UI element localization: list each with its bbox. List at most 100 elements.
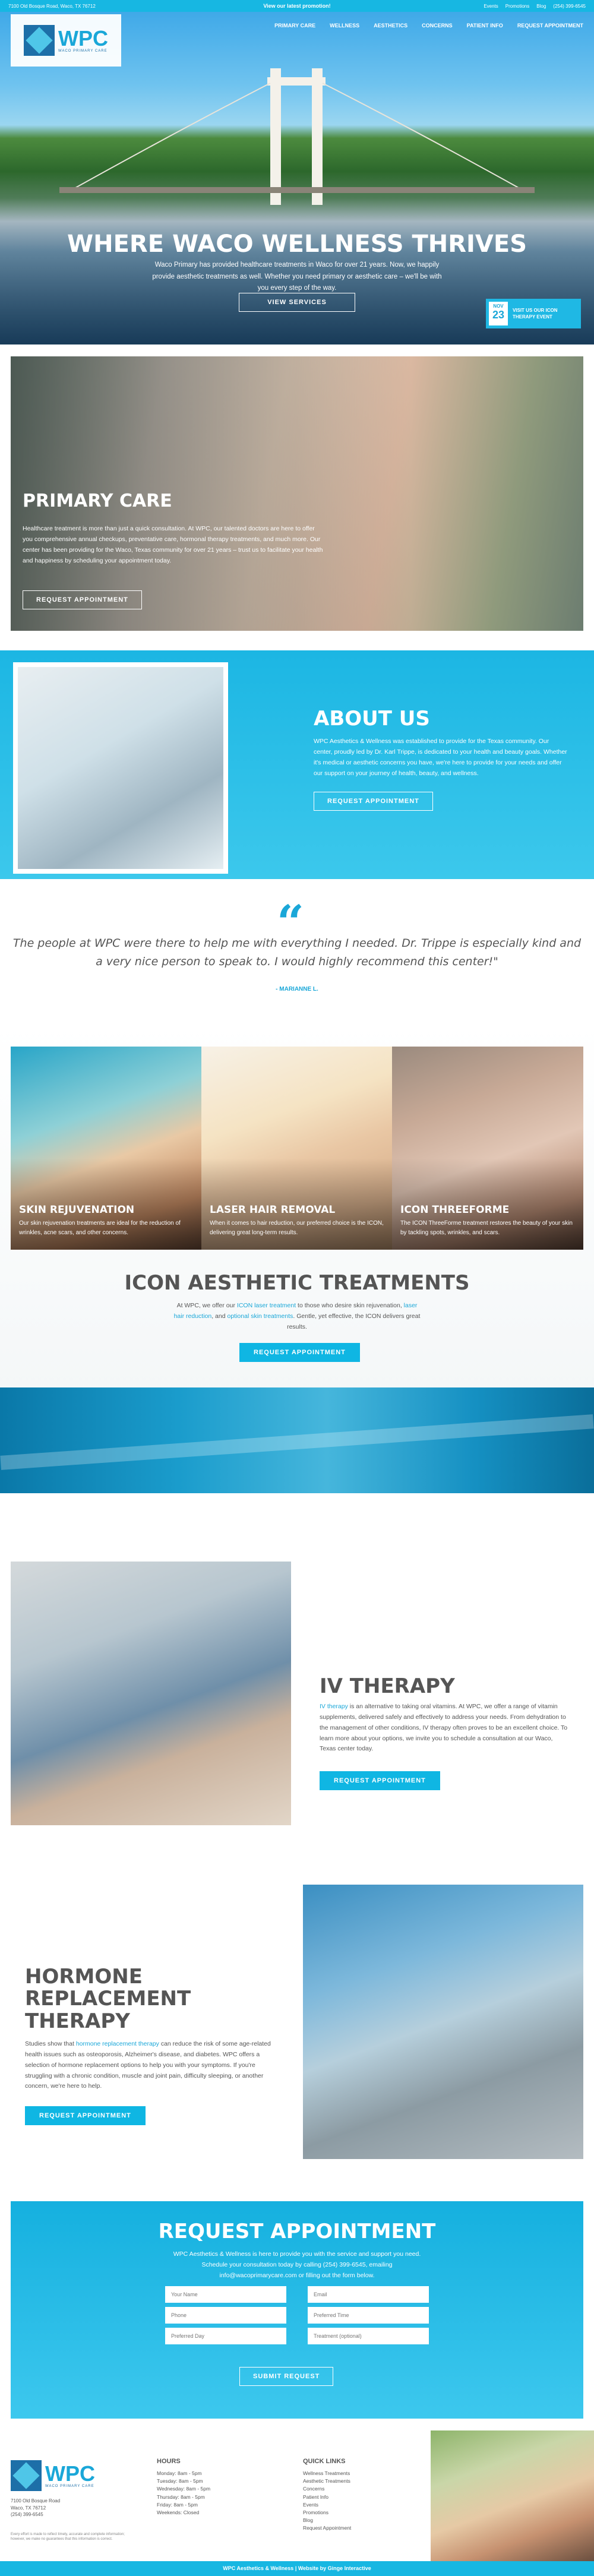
main-nav: PRIMARY CARE WELLNESS AESTHETICS CONCERN…	[274, 23, 583, 29]
highway-shape	[0, 1414, 594, 1470]
about-text: WPC Aesthetics & Wellness was establishe…	[314, 738, 567, 777]
event-text: Visit Us Our ICON THERAPY EVENT	[512, 307, 558, 320]
skin-rejuvenation-card[interactable]: SKIN REJUVENATION Our skin rejuvenation …	[11, 1047, 202, 1250]
top-links: Events Promotions Blog (254) 399-6545	[484, 4, 586, 9]
calendar-icon: NOV 23	[489, 302, 508, 325]
footer-logo-text: WPC	[45, 2461, 95, 2486]
skin-treatments-link[interactable]: optional skin treatments	[228, 1313, 293, 1320]
iv-therapy-text: IV therapy is an alternative to taking o…	[320, 1702, 569, 1755]
hrt-title-line-2: REPLACEMENT	[25, 1987, 191, 2011]
request-text: WPC Aesthetics & Wellness is here to pro…	[173, 2251, 421, 2279]
hrt-title-line-1: HORMONE	[25, 1965, 143, 1989]
aes-text-a: At WPC, we offer our	[176, 1302, 235, 1309]
event-day: 23	[492, 309, 504, 321]
aes-text-b: to those who desire skin rejuvenation,	[298, 1302, 402, 1309]
aes-text-c: , and	[211, 1312, 226, 1320]
nav-primary-care[interactable]: PRIMARY CARE	[274, 23, 315, 29]
card-title: LASER HAIR REMOVAL	[210, 1204, 336, 1216]
aesthetics-request-button[interactable]: REQUEST APPOINTMENT	[239, 1343, 360, 1362]
iv-therapy-title: IV THERAPY	[320, 1674, 455, 1698]
older-man-photo	[303, 1885, 583, 2159]
preferred-time-field[interactable]	[308, 2307, 429, 2324]
hrt-text-b: can reduce the risk of some age-related …	[25, 2040, 271, 2090]
hrt-request-button[interactable]: REQUEST APPOINTMENT	[25, 2106, 146, 2125]
card-text: The ICON ThreeForme treatment restores t…	[400, 1220, 573, 1236]
testimonial-quote: The people at WPC were there to help me …	[12, 937, 582, 969]
footer-logo-subtitle: WACO PRIMARY CARE	[45, 2485, 94, 2488]
hrt-title: HORMONE REPLACEMENT THERAPY	[25, 1965, 191, 2033]
top-link-blog[interactable]: Blog	[536, 4, 546, 9]
hours-title: HOURS	[157, 2458, 181, 2465]
footer-couple-photo	[431, 2430, 594, 2561]
nav-patient-info[interactable]: PATIENT INFO	[467, 23, 503, 29]
card-title: SKIN REJUVENATION	[19, 1204, 135, 1216]
primary-care-text: Healthcare treatment is more than just a…	[23, 525, 323, 564]
logo-mark-icon	[24, 25, 55, 56]
quick-link[interactable]: Blog	[303, 2517, 351, 2524]
about-title: ABOUT US	[314, 707, 430, 731]
card-title: ICON THREEFORME	[400, 1204, 510, 1216]
email-field[interactable]	[308, 2286, 429, 2303]
treatment-field[interactable]	[308, 2328, 429, 2344]
nav-aesthetics[interactable]: AESTHETICS	[374, 23, 407, 29]
hero-title: WHERE WACO WELLNESS THRIVES	[67, 230, 527, 258]
name-field[interactable]	[165, 2286, 286, 2303]
footer-address: 7100 Old Bosque Road Waco, TX 76712 (254…	[11, 2498, 61, 2518]
stethoscope-photo	[13, 662, 228, 874]
event-banner[interactable]: NOV 23 Visit Us Our ICON THERAPY EVENT	[486, 299, 581, 328]
nav-wellness[interactable]: WELLNESS	[330, 23, 359, 29]
laser-hair-removal-card[interactable]: LASER HAIR REMOVAL When it comes to hair…	[201, 1047, 393, 1250]
logo-text: WPC	[58, 26, 108, 50]
aesthetics-title: ICON AESTHETIC TREATMENTS	[124, 1271, 470, 1295]
preferred-day-field[interactable]	[165, 2328, 286, 2344]
testimonial-author: - MARIANNE L.	[276, 986, 318, 993]
copyright-bar: WPC Aesthetics & Wellness | Website by G…	[0, 2561, 594, 2576]
top-bar: 7100 Old Bosque Road, Waco, TX 76712 Vie…	[0, 0, 594, 12]
hrt-title-line-3: THERAPY	[25, 2009, 130, 2033]
quick-link[interactable]: Patient Info	[303, 2493, 351, 2501]
phone-field[interactable]	[165, 2307, 286, 2324]
aesthetics-text: At WPC, we offer our ICON laser treatmen…	[172, 1301, 422, 1333]
quick-link[interactable]: Request Appointment	[303, 2524, 351, 2532]
view-services-button[interactable]: VIEW SERVICES	[239, 293, 355, 312]
aes-text-d: . Gentle, yet effective, the ICON delive…	[287, 1312, 421, 1330]
submit-request-button[interactable]: SUBMIT REQUEST	[239, 2367, 334, 2386]
hrt-text-a: Studies show that	[25, 2040, 74, 2047]
iv-request-button[interactable]: REQUEST APPOINTMENT	[320, 1771, 440, 1790]
icon-threeforme-card[interactable]: ICON THREEFORME The ICON ThreeForme trea…	[392, 1047, 583, 1250]
primary-care-request-button[interactable]: REQUEST APPOINTMENT	[23, 590, 142, 609]
logo[interactable]: WPC WACO PRIMARY CARE	[11, 14, 121, 67]
quick-links-list: Wellness Treatments Aesthetic Treatments…	[303, 2470, 351, 2532]
hrt-link[interactable]: hormone replacement therapy	[76, 2040, 159, 2047]
footer-logo[interactable]: WPC WACO PRIMARY CARE	[11, 2459, 97, 2492]
hero-text: Waco Primary has provided healthcare tre…	[152, 261, 442, 292]
top-link-events[interactable]: Events	[484, 4, 498, 9]
logo-subtitle: WACO PRIMARY CARE	[58, 49, 108, 53]
icon-laser-link[interactable]: ICON laser treatment	[237, 1302, 296, 1309]
primary-care-title: PRIMARY CARE	[23, 491, 172, 511]
quick-link[interactable]: Events	[303, 2501, 351, 2509]
about-request-button[interactable]: REQUEST APPOINTMENT	[314, 792, 433, 811]
iv-text-body: is an alternative to taking oral vitamin…	[320, 1703, 568, 1753]
event-month: NOV	[493, 304, 504, 309]
footer-note: Every effort is made to reflect timely, …	[11, 2533, 125, 2542]
nav-request-appointment[interactable]: REQUEST APPOINTMENT	[517, 23, 583, 29]
top-link-phone[interactable]: (254) 399-6545	[553, 4, 586, 9]
hours-item: Weekends: Closed	[157, 2509, 200, 2515]
hours-item: Friday: 8am - 5pm	[157, 2501, 198, 2508]
hours-item: Thursday: 8am - 5pm	[157, 2493, 205, 2500]
top-link-promotions[interactable]: Promotions	[505, 4, 529, 9]
hours-item: Wednesday: 8am - 5pm	[157, 2486, 211, 2492]
quick-link[interactable]: Aesthetic Treatments	[303, 2477, 351, 2485]
card-text: Our skin rejuvenation treatments are ide…	[19, 1220, 181, 1236]
quick-link[interactable]: Concerns	[303, 2485, 351, 2493]
hrt-text: Studies show that hormone replacement th…	[25, 2039, 274, 2092]
nav-concerns[interactable]: CONCERNS	[422, 23, 453, 29]
quick-link[interactable]: Wellness Treatments	[303, 2470, 351, 2477]
hours-item: Monday: 8am - 5pm	[157, 2470, 202, 2476]
card-text: When it comes to hair reduction, our pre…	[210, 1220, 384, 1236]
quick-link[interactable]: Promotions	[303, 2509, 351, 2517]
aerial-photo-band	[0, 1387, 594, 1493]
request-title: REQUEST APPOINTMENT	[158, 2220, 436, 2243]
iv-therapy-link[interactable]: IV therapy	[320, 1703, 348, 1710]
